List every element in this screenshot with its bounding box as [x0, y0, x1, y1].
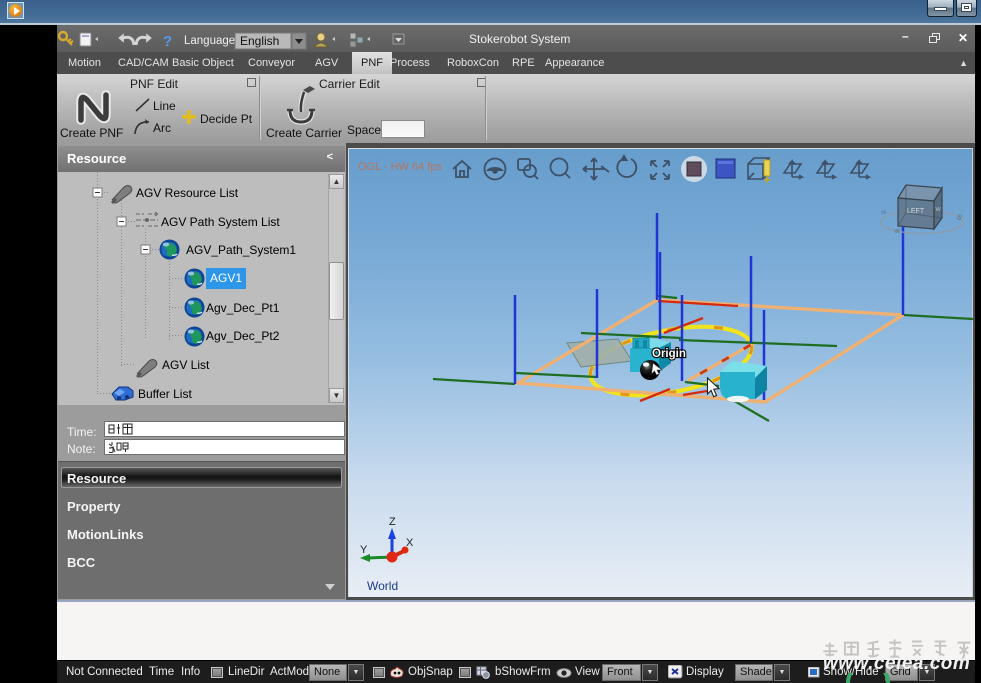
svg-text:X: X: [406, 537, 414, 549]
svg-text:World: World: [367, 579, 398, 593]
svg-text:W: W: [894, 228, 901, 235]
svg-text:Y: Y: [360, 544, 368, 556]
svg-text:OGL - HW 64 fps: OGL - HW 64 fps: [358, 161, 442, 173]
svg-text:English: English: [240, 34, 279, 48]
svg-text:?: ?: [163, 33, 172, 50]
svg-text:Z: Z: [389, 516, 396, 528]
svg-text:LEFT: LEFT: [907, 208, 925, 215]
svg-text:Language: Language: [184, 35, 235, 47]
svg-text:W: W: [936, 207, 942, 213]
svg-text:Origin: Origin: [652, 348, 686, 360]
